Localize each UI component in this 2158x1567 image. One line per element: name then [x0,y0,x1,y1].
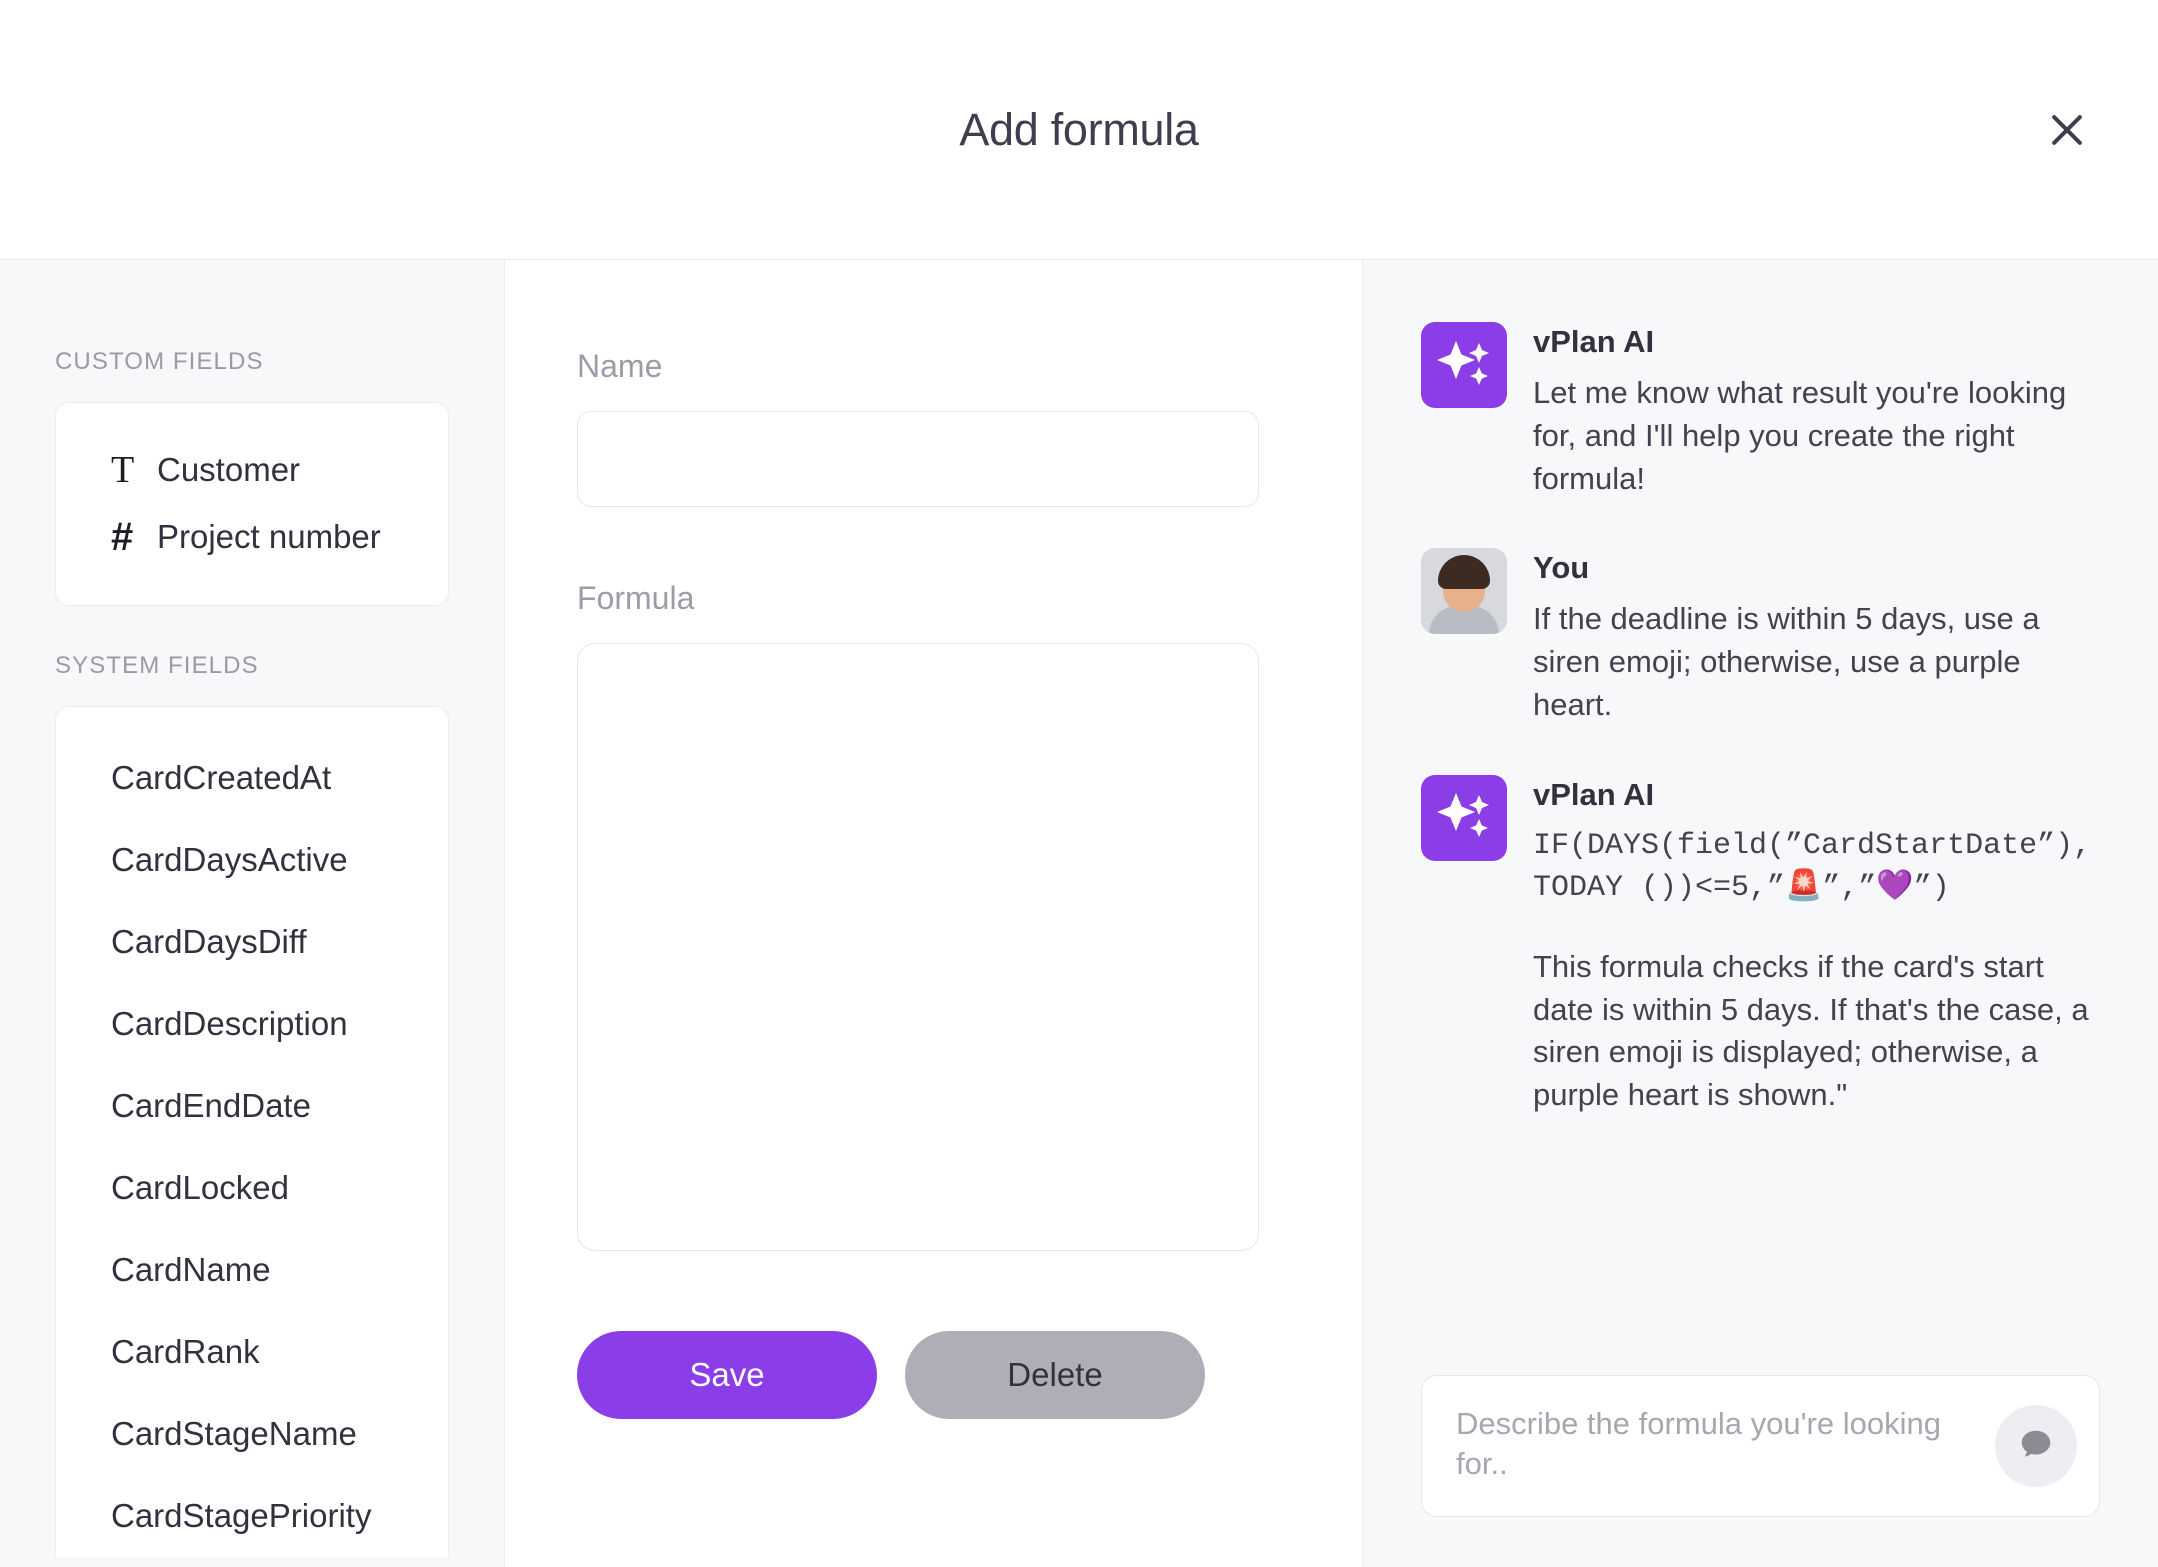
fields-sidebar: CUSTOM FIELDS T Customer # Project numbe… [0,260,505,1567]
sidebar-item-label: Project number [157,518,381,555]
message-content: vPlan AI IF(DAYS(field(”CardStartDate”),… [1533,775,2100,1117]
number-type-icon: # [111,515,134,559]
sidebar-item-cardlocked[interactable]: CardLocked [56,1147,448,1229]
sidebar-item-cardenddate[interactable]: CardEndDate [56,1065,448,1147]
message-text: Let me know what result you're looking f… [1533,375,2067,496]
modal-header: Add formula [0,0,2158,260]
send-message-button[interactable] [1995,1405,2077,1487]
avatar-hair [1438,555,1490,590]
formula-explanation: This formula checks if the card's start … [1533,948,2089,1113]
close-icon [2045,108,2089,152]
modal-body: CUSTOM FIELDS T Customer # Project numbe… [0,260,2158,1567]
form-gap [577,507,1259,580]
chat-message: vPlan AI Let me know what result you're … [1421,322,2100,500]
chat-thread: vPlan AI Let me know what result you're … [1421,322,2100,1375]
message-author: You [1533,550,1590,586]
chat-composer [1421,1375,2100,1517]
form-actions: Save Delete [577,1331,1259,1419]
sparkle-icon [1432,331,1496,400]
formula-form-panel: Name Formula Save Delete [505,260,1363,1567]
sidebar-item-label: Customer [157,451,301,488]
delete-button[interactable]: Delete [905,1331,1205,1419]
sidebar-item-carddaysdiff[interactable]: CardDaysDiff [56,901,448,983]
add-formula-modal: Add formula CUSTOM FIELDS T Customer # P… [0,0,2158,1567]
message-author: vPlan AI [1533,324,1655,359]
sidebar-item-cardrank[interactable]: CardRank [56,1311,448,1393]
name-label: Name [577,348,663,384]
page-title: Add formula [959,104,1199,155]
sidebar-item-cardcreatedat[interactable]: CardCreatedAt [56,737,448,819]
ai-assistant-panel: vPlan AI Let me know what result you're … [1363,260,2158,1567]
message-content: vPlan AI Let me know what result you're … [1533,322,2100,500]
sidebar-item-carddaysactive[interactable]: CardDaysActive [56,819,448,901]
name-input[interactable] [577,411,1259,507]
message-content: You If the deadline is within 5 days, us… [1533,548,2100,726]
chat-bubble-icon [2017,1426,2055,1467]
chat-message: vPlan AI IF(DAYS(field(”CardStartDate”),… [1421,774,2100,1117]
sidebar-item-cardstagepriority[interactable]: CardStagePriority [56,1475,448,1557]
formula-label: Formula [577,580,695,616]
sidebar-item-project-number[interactable]: # Project number [56,503,448,571]
chat-input[interactable] [1456,1404,1979,1488]
system-fields-heading: SYSTEM FIELDS [55,652,259,679]
sidebar-item-cardstagename[interactable]: CardStageName [56,1393,448,1475]
text-type-icon: T [111,449,135,491]
avatar [1421,548,1507,635]
custom-fields-card: T Customer # Project number [55,402,449,606]
message-text: If the deadline is within 5 days, use a … [1533,601,2040,722]
avatar [1421,322,1507,408]
sidebar-item-carddescription[interactable]: CardDescription [56,983,448,1065]
system-fields-card: CardCreatedAt CardDaysActive CardDaysDif… [55,706,449,1557]
custom-fields-heading: CUSTOM FIELDS [55,348,264,375]
message-author: vPlan AI [1533,776,1655,812]
formula-code-block: IF(DAYS(field(”CardStartDate”), TODAY ()… [1533,828,2092,906]
sparkle-icon [1432,783,1496,852]
sidebar-item-customer[interactable]: T Customer [56,437,448,503]
avatar [1421,774,1507,861]
save-button[interactable]: Save [577,1331,877,1419]
formula-input[interactable] [577,643,1259,1251]
chat-message: You If the deadline is within 5 days, us… [1421,548,2100,726]
close-button[interactable] [2036,99,2098,161]
sidebar-item-cardname[interactable]: CardName [56,1229,448,1311]
